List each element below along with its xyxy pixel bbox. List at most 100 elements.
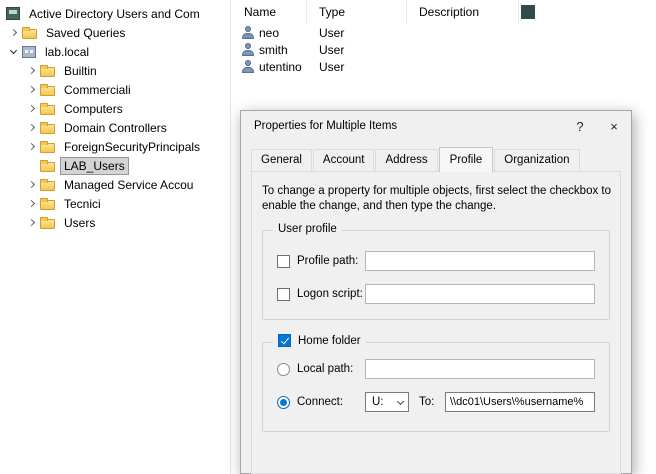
tree-item-lab-users[interactable]: LAB_Users (0, 156, 230, 175)
chevron-right-icon[interactable] (22, 194, 40, 213)
user-icon (242, 26, 254, 39)
tree-item-label: lab.local (42, 44, 92, 60)
logon-script-label: Logon script: (297, 288, 365, 300)
profile-path-input[interactable] (365, 251, 595, 271)
chevron-right-icon[interactable] (4, 23, 22, 42)
user-name: utentino (259, 60, 315, 74)
dialog-titlebar[interactable]: Properties for Multiple Items ? × (241, 111, 631, 141)
dialog-title: Properties for Multiple Items (254, 120, 563, 132)
list-item-neo[interactable]: neo User (232, 24, 656, 41)
tree-item-label: Commerciali (61, 82, 134, 98)
tree-pane: Active Directory Users and Com Saved Que… (0, 0, 231, 474)
tree-item-foreign-security-principals[interactable]: ForeignSecurityPrincipals (0, 137, 230, 156)
drive-letter-select[interactable]: U: (365, 392, 409, 412)
tab-account[interactable]: Account (313, 149, 375, 171)
chevron-down-icon[interactable] (4, 42, 22, 61)
close-button[interactable]: × (597, 111, 631, 141)
connect-path-input[interactable] (445, 392, 595, 412)
chevron-right-icon[interactable] (22, 61, 40, 80)
chevron-right-icon[interactable] (22, 118, 40, 137)
tree-item-saved-queries[interactable]: Saved Queries (0, 23, 230, 42)
tree-item-label: Active Directory Users and Com (26, 6, 203, 22)
list-item-utentino[interactable]: utentino User (232, 58, 656, 75)
folder-icon (40, 162, 55, 172)
drive-letter-value: U: (372, 396, 384, 408)
user-list-pane: Name Type Description neo User smith Use… (232, 0, 656, 110)
connect-row: Connect: U: To: (277, 392, 595, 412)
user-type: User (315, 60, 344, 74)
user-name: smith (259, 43, 315, 57)
tree-item-commerciali[interactable]: Commerciali (0, 80, 230, 99)
folder-icon (40, 143, 55, 153)
help-button[interactable]: ? (563, 111, 597, 141)
profile-path-checkbox[interactable] (277, 255, 290, 268)
tab-bar: General Account Address Profile Organiza… (251, 147, 631, 171)
user-type: User (315, 26, 344, 40)
user-profile-legend: User profile (273, 223, 342, 235)
user-type: User (315, 43, 344, 57)
domain-icon (22, 46, 36, 58)
list-item-smith[interactable]: smith User (232, 41, 656, 58)
list-header: Name Type Description (232, 0, 656, 24)
folder-icon (40, 181, 55, 191)
column-header-type[interactable]: Type (307, 0, 407, 24)
user-icon (242, 60, 254, 73)
chevron-right-icon[interactable] (22, 175, 40, 194)
properties-dialog: Properties for Multiple Items ? × Genera… (240, 110, 632, 474)
local-path-radio[interactable] (277, 363, 290, 376)
column-header-description[interactable]: Description (407, 0, 519, 24)
local-path-input[interactable] (365, 359, 595, 379)
tree-item-users[interactable]: Users (0, 213, 230, 232)
chevron-right-icon[interactable] (22, 80, 40, 99)
logon-script-input[interactable] (365, 284, 595, 304)
home-folder-group: Home folder Local path: Connect: U: To: (262, 342, 610, 432)
folder-icon (40, 219, 55, 229)
tab-organization[interactable]: Organization (494, 149, 579, 171)
user-icon (242, 43, 254, 56)
user-name: neo (259, 26, 315, 40)
tree-item-label: Computers (61, 101, 126, 117)
header-accent-square (521, 5, 535, 19)
tree-item-lab-local[interactable]: lab.local (0, 42, 230, 61)
user-profile-group: User profile Profile path: Logon script: (262, 230, 610, 320)
tree-item-label: ForeignSecurityPrincipals (61, 139, 203, 155)
chevron-down-icon (397, 397, 404, 404)
chevron-right-icon[interactable] (22, 99, 40, 118)
tree-item-label: Saved Queries (43, 25, 128, 41)
tree-item-managed-service-accounts[interactable]: Managed Service Accou (0, 175, 230, 194)
tree-item-label: Domain Controllers (61, 120, 170, 136)
folder-icon (22, 29, 37, 39)
tree-item-label: Users (61, 215, 98, 231)
profile-path-label: Profile path: (297, 255, 365, 267)
local-path-row: Local path: (277, 359, 595, 379)
chevron-right-icon[interactable] (22, 213, 40, 232)
dialog-description: To change a property for multiple object… (262, 184, 614, 214)
folder-icon (40, 67, 55, 77)
tree-item-builtin[interactable]: Builtin (0, 61, 230, 80)
tree-item-tecnici[interactable]: Tecnici (0, 194, 230, 213)
profile-tab-page: To change a property for multiple object… (251, 171, 621, 474)
tree-item-domain-controllers[interactable]: Domain Controllers (0, 118, 230, 137)
tree-item-computers[interactable]: Computers (0, 99, 230, 118)
folder-icon (40, 105, 55, 115)
tree-item-label: Tecnici (61, 196, 104, 212)
folder-icon (40, 200, 55, 210)
local-path-label: Local path: (297, 363, 365, 375)
connect-label: Connect: (297, 396, 365, 408)
home-folder-checkbox[interactable] (278, 334, 291, 347)
logon-script-row: Logon script: (277, 284, 595, 304)
column-header-name[interactable]: Name (232, 0, 307, 24)
profile-path-row: Profile path: (277, 251, 595, 271)
logon-script-checkbox[interactable] (277, 288, 290, 301)
tree-item-label: LAB_Users (61, 158, 128, 174)
tab-address[interactable]: Address (375, 149, 437, 171)
tab-general[interactable]: General (251, 149, 312, 171)
tab-profile[interactable]: Profile (439, 147, 494, 172)
home-folder-label: Home folder (298, 335, 361, 347)
tree-item-root[interactable]: Active Directory Users and Com (0, 4, 230, 23)
home-folder-legend: Home folder (273, 334, 366, 347)
console-root-icon (6, 7, 20, 20)
to-label: To: (419, 396, 445, 408)
connect-radio[interactable] (277, 396, 290, 409)
chevron-right-icon[interactable] (22, 137, 40, 156)
